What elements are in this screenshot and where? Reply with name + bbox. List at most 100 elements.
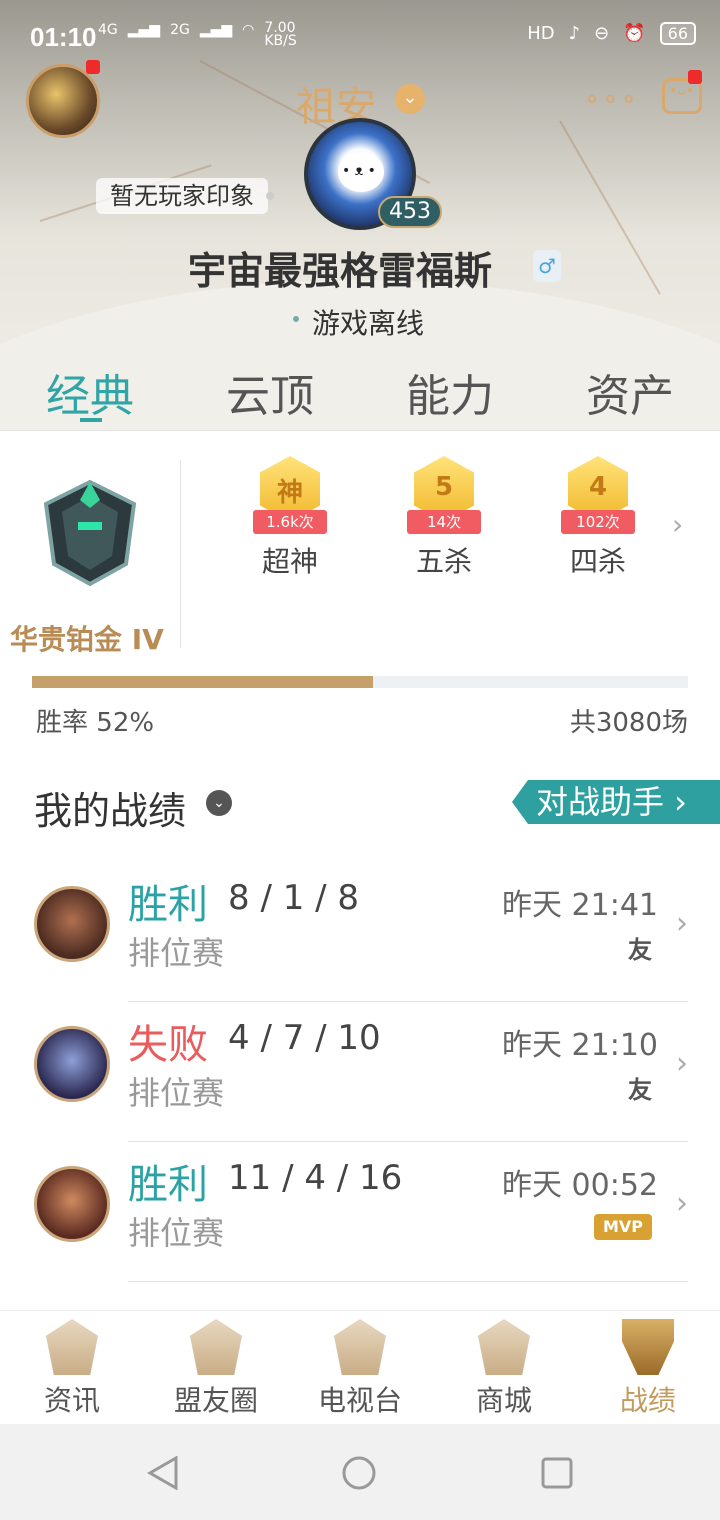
- nav-label: 商城: [475, 1384, 532, 1417]
- medal-symbol: 5: [434, 472, 454, 502]
- status-right-icons: HD ♪ ⊖ ⏰ 66: [527, 22, 696, 45]
- tv-icon: [334, 1319, 386, 1375]
- medal-symbol: 4: [588, 472, 608, 502]
- nav-label: 电视台: [317, 1384, 402, 1417]
- friend-tag: 友: [628, 1076, 652, 1104]
- status-bar: 01:10 4G ▂▄▆ 2G ▂▄▆ ◠ 7.00 KB/S HD ♪ ⊖ ⏰…: [0, 0, 720, 72]
- mvp-badge: MVP: [594, 1214, 652, 1240]
- achievement-count: 1.6k次: [253, 510, 327, 534]
- my-avatar[interactable]: [26, 64, 100, 138]
- hd-label: HD: [527, 23, 555, 44]
- match-row[interactable]: 胜利 8 / 1 / 8 排位赛 昨天 21:41 › 友: [0, 862, 720, 1002]
- records-title[interactable]: 我的战绩: [34, 780, 186, 835]
- achievement-count: 102次: [561, 510, 635, 534]
- status-time: 01:10: [30, 22, 97, 52]
- match-kda: 4 / 7 / 10: [228, 1018, 381, 1058]
- net1-label: 4G: [98, 22, 118, 38]
- level-badge: 453: [378, 196, 442, 228]
- lock-icon: ⊖: [594, 23, 610, 44]
- achievement-pentakill[interactable]: 5 14次 五杀: [384, 456, 504, 580]
- notification-dot: [86, 60, 100, 74]
- notification-dot: [688, 70, 702, 84]
- nav-shop[interactable]: 商城: [432, 1311, 576, 1424]
- tab-tft[interactable]: 云顶: [180, 350, 360, 430]
- achievement-label: 五杀: [415, 545, 472, 578]
- total-games: 共3080场: [569, 708, 688, 738]
- net2-label: 2G: [170, 22, 190, 38]
- divider: [128, 1281, 688, 1282]
- tab-assets[interactable]: 资产: [540, 350, 720, 430]
- match-time: 昨天 21:10: [502, 1028, 658, 1063]
- signal-icon: ▂▄▆: [127, 22, 161, 38]
- match-row[interactable]: 失败 4 / 7 / 10 排位赛 昨天 21:10 › 友: [0, 1002, 720, 1142]
- match-time: 昨天 00:52: [502, 1168, 658, 1203]
- status-dot: [293, 316, 299, 322]
- champion-avatar: [34, 886, 110, 962]
- medal-symbol: 神: [276, 478, 303, 508]
- win-rate-label: 胜率: [36, 708, 89, 738]
- battle-assistant-button[interactable]: 对战助手 ›: [512, 780, 720, 824]
- achievement-label: 超神: [261, 545, 318, 578]
- bottom-navigation: 资讯 盟友圈 电视台 商城 战绩: [0, 1310, 720, 1424]
- match-result: 胜利: [128, 1162, 208, 1208]
- match-mode: 排位赛: [128, 1214, 225, 1252]
- achievement-legendary[interactable]: 神 1.6k次 超神: [230, 456, 350, 580]
- nav-label: 资讯: [43, 1384, 100, 1417]
- divider: [180, 460, 181, 648]
- wifi-icon: ◠: [242, 22, 255, 38]
- achievement-count: 14次: [407, 510, 481, 534]
- nav-label: 盟友圈: [173, 1384, 258, 1417]
- nav-records[interactable]: 战绩: [576, 1311, 720, 1424]
- chevron-right-icon: ›: [676, 1046, 688, 1081]
- chevron-right-icon: ›: [676, 1186, 688, 1221]
- mute-icon: ♪: [568, 23, 581, 44]
- match-mode: 排位赛: [128, 934, 225, 972]
- match-kda: 8 / 1 / 8: [228, 878, 360, 918]
- net-speed-unit: KB/S: [264, 33, 297, 49]
- gender-icon: ♂: [533, 250, 561, 282]
- rank-name: 华贵铂金 IV: [10, 623, 164, 656]
- player-name: 宇宙最强格雷福斯: [188, 249, 493, 293]
- match-kda: 11 / 4 / 16: [228, 1158, 403, 1198]
- win-rate-bar: [32, 676, 688, 688]
- match-row[interactable]: 胜利 11 / 4 / 16 排位赛 昨天 00:52 › MVP: [0, 1142, 720, 1282]
- home-icon[interactable]: [342, 1456, 376, 1490]
- profile-tabs: 经典 云顶 能力 资产: [0, 350, 720, 430]
- nav-friends[interactable]: 盟友圈: [144, 1311, 288, 1424]
- chevron-down-icon[interactable]: ⌄: [395, 84, 425, 114]
- achievement-label: 四杀: [569, 545, 626, 578]
- back-icon[interactable]: [146, 1456, 180, 1490]
- marble-vein: [559, 120, 661, 295]
- avatar-face: [338, 152, 384, 192]
- friends-icon: [190, 1319, 242, 1375]
- match-mode: 排位赛: [128, 1074, 225, 1112]
- champion-avatar: [34, 1166, 110, 1242]
- chevron-down-icon[interactable]: ⌄: [206, 790, 232, 816]
- system-navigation: [0, 1424, 720, 1520]
- friend-tag: 友: [628, 936, 652, 964]
- records-icon: [622, 1319, 674, 1375]
- recents-icon[interactable]: [540, 1456, 574, 1490]
- champion-avatar: [34, 1026, 110, 1102]
- more-icon[interactable]: ∘∘∘: [584, 84, 639, 114]
- tab-ability[interactable]: 能力: [360, 350, 540, 430]
- divider: [0, 430, 720, 431]
- match-time: 昨天 21:41: [502, 888, 658, 923]
- tab-classic[interactable]: 经典: [0, 350, 180, 430]
- achievement-quadrakill[interactable]: 4 102次 四杀: [538, 456, 658, 580]
- news-icon: [46, 1319, 98, 1375]
- rank-emblem-icon[interactable]: [38, 478, 142, 588]
- nav-tv[interactable]: 电视台: [288, 1311, 432, 1424]
- chevron-right-icon[interactable]: ›: [672, 508, 683, 541]
- match-result: 失败: [128, 1022, 208, 1068]
- chevron-right-icon: ›: [676, 906, 688, 941]
- match-result: 胜利: [128, 882, 208, 928]
- signal-icon: ▂▄▆: [199, 22, 233, 38]
- player-impression[interactable]: 暂无玩家印象: [96, 178, 274, 214]
- nav-news[interactable]: 资讯: [0, 1311, 144, 1424]
- shop-icon: [478, 1319, 530, 1375]
- win-rate: 胜率 52%: [36, 702, 154, 739]
- nav-label: 战绩: [619, 1384, 676, 1417]
- win-rate-fill: [32, 676, 374, 688]
- win-rate-value: 52%: [96, 708, 155, 738]
